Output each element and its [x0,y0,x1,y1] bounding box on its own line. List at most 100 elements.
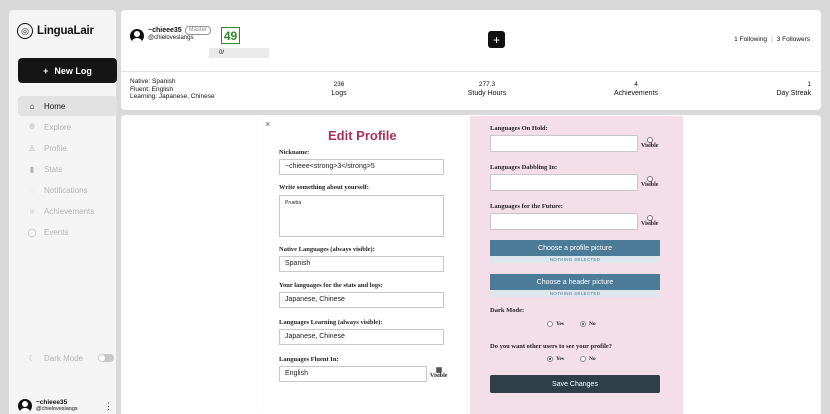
visibility-no[interactable]: No [579,356,596,362]
radio-checked-icon [579,321,586,327]
brand[interactable]: ◎ LinguaLair [17,23,94,39]
close-icon[interactable]: × [265,119,270,129]
header-user: ~chieee35 Master @chieloveslangs [130,26,212,43]
chart-icon: ▮ [29,164,35,174]
sidebar-item-events[interactable]: ◯ Events [18,222,117,242]
modal-right-panel: Languages On Hold: Visible Languages Dab… [470,116,683,414]
nickname-label: Nickname: [279,149,310,156]
sidebar-nav: ⌂ Home ꔮ Explore ♙ Profile ▮ Stats ◌ Not… [18,96,117,243]
user-icon: ♙ [28,143,36,153]
plus-icon: + [43,65,49,76]
sidebar-user-names: ~chieee35 @chieloveslangs [36,399,78,413]
sidebar-item-notifications[interactable]: ◌ Notifications [18,180,117,200]
globe-icon: ◎ [17,23,33,39]
sidebar-item-home[interactable]: ⌂ Home [18,96,117,116]
header-top: ~chieee35 Master @chieloveslangs 49 0/ +… [121,10,821,72]
header-picture-status: NOTHING SELECTED [490,290,660,297]
sidebar: ◎ LinguaLair + New Log ⌂ Home ꔮ Explore … [9,10,117,414]
native-languages: Native: Spanish [130,78,176,85]
brand-name: LinguaLair [37,25,94,37]
stat-label: Study Hours [467,90,507,97]
sidebar-item-explore[interactable]: ꔮ Explore [18,117,117,137]
radio-checked-icon [547,356,553,362]
dark-mode-radios: Yes No [547,321,596,327]
visibility-yes[interactable]: Yes [547,356,564,362]
new-log-button[interactable]: + New Log [18,58,117,83]
fluent-languages-input[interactable]: English [279,366,427,382]
header-user-info: ~chieee35 Master @chieloveslangs [148,26,212,42]
visible-label: Visible [641,182,659,188]
radio-label: No [588,356,596,362]
future-label: Languages for the Future: [490,203,563,210]
sidebar-user-handle: @chieloveslangs [36,406,78,412]
radio-label: No [588,321,596,327]
stat-study-hours: 277.3 Study Hours [452,80,522,98]
fluent-visible: Visible [430,367,447,380]
profile-visibility-radios: Yes No [547,356,596,362]
header-languages: Native: Spanish Fluent: English Learning… [130,78,215,101]
chat-icon: ◯ [27,227,37,237]
follow-separator: | [771,36,773,43]
new-log-label: New Log [54,65,92,76]
bell-icon: ◌ [29,185,35,195]
stat-value: 4 [634,81,638,88]
profile-visibility-label: Do you want other users to see your prof… [490,343,613,350]
dark-mode-setting-label: Dark Mode: [490,307,525,314]
following-link[interactable]: 1 Following [734,36,767,43]
sidebar-item-label: Achievements [44,206,95,216]
follow-counts: 1 Following | 3 Followers [734,36,810,43]
stats-languages-label: Your languages for the stats and logs: [279,282,383,289]
header-user-name: ~chieee35 [148,27,182,34]
dark-mode-no[interactable]: No [579,321,596,327]
stat-value: 1 [807,81,811,88]
avatar [18,399,32,413]
fluent-languages-label: Languages Fluent In: [279,356,339,363]
sidebar-item-label: Explore [44,122,72,132]
add-button[interactable]: + [488,31,505,48]
sidebar-item-profile[interactable]: ♙ Profile [18,138,117,158]
avatar[interactable] [130,29,144,43]
stat-logs: 236 Logs [304,80,374,98]
dabbling-label: Languages Dabbling In: [490,164,558,171]
profile-header: ~chieee35 Master @chieloveslangs 49 0/ +… [121,10,821,110]
home-icon: ⌂ [29,101,35,111]
onhold-label: Languages On Hold: [490,125,548,132]
plus-icon: + [492,32,500,47]
stat-achievements: 4 Achievements [601,80,671,98]
kebab-menu-icon[interactable]: ⋮ [104,401,113,412]
modal-left-panel: × Edit Profile Nickname: ~chieee<strong>… [258,116,470,414]
moon-icon: ☾ [28,353,36,363]
choose-header-picture-button[interactable]: Choose a header picture [490,274,660,290]
learning-languages-input[interactable]: Japanese, Chinese [279,329,444,345]
people-icon: ꔮ [28,122,36,131]
nickname-input[interactable]: ~chieee<strong>3</strong>5 [279,159,444,175]
stat-day-streak: 1 Day Streak [747,80,811,98]
onhold-input[interactable] [490,135,638,152]
native-languages-input[interactable]: Spanish [279,256,444,272]
dark-mode-toggle[interactable] [98,354,115,362]
header-user-name-row: ~chieee35 Master [148,26,212,35]
stats-languages-input[interactable]: Japanese, Chinese [279,292,444,308]
level-badge: 49 [221,27,240,44]
rank-badge: Master [184,26,212,35]
stat-label: Day Streak [776,90,811,97]
fluent-languages: Fluent: English [130,85,173,93]
native-languages-label: Native Languages (always visible): [279,246,375,253]
profile-picture-status: NOTHING SELECTED [490,256,660,263]
save-changes-button[interactable]: Save Changes [490,375,660,393]
followers-link[interactable]: 3 Followers [777,36,810,43]
modal-title: Edit Profile [328,128,397,143]
radio-label: Yes [556,356,564,362]
dark-mode-yes[interactable]: Yes [547,321,564,327]
sidebar-item-label: Stats [44,164,63,174]
sidebar-item-label: Profile [44,143,67,153]
stat-label: Logs [331,90,347,97]
future-input[interactable] [490,213,638,230]
dabbling-input[interactable] [490,174,638,191]
sidebar-item-stats[interactable]: ▮ Stats [18,159,117,179]
visible-label: Visible [641,143,659,149]
about-textarea[interactable]: Prueba [279,195,444,237]
sidebar-item-achievements[interactable]: ♅ Achievements [18,201,117,221]
sidebar-user[interactable]: ~chieee35 @chieloveslangs ⋮ [18,399,117,413]
choose-profile-picture-button[interactable]: Choose a profile picture [490,240,660,256]
